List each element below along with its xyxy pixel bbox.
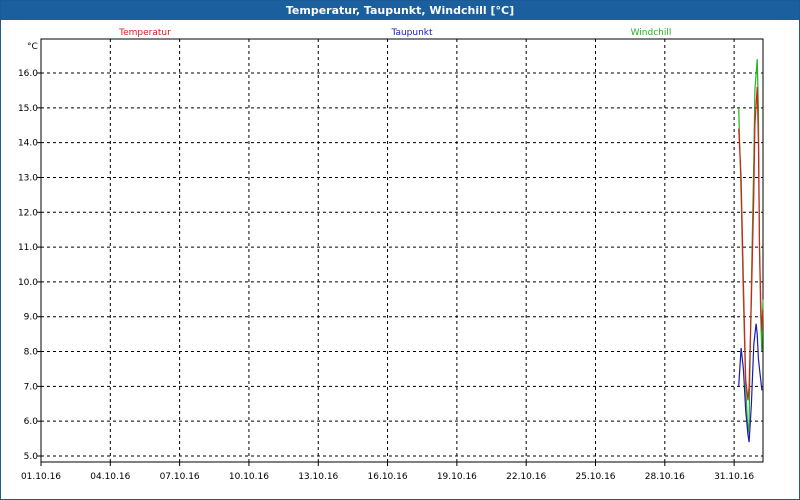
y-tick-label: 7.0 (24, 382, 39, 392)
x-tick-label: 10.10.16 (229, 472, 269, 482)
y-tick-label: 9.0 (24, 313, 39, 323)
y-tick-label: 10.0 (18, 278, 38, 288)
y-axis: 5.0 6.0 7.0 8.0 9.0 10.0 11.0 12.0 13.0 14.0 15.0 1… (18, 69, 41, 462)
chart-window: Temperatur, Taupunkt, Windchill [°C] 5.0… (0, 0, 800, 500)
y-tick-label: 8.0 (24, 348, 39, 358)
legend-item-windchill: Windchill (631, 28, 672, 38)
y-tick-label: 11.0 (18, 243, 38, 253)
y-tick-label: 15.0 (18, 104, 38, 114)
x-tick-label: 16.10.16 (368, 472, 408, 482)
legend: Temperatur Taupunkt Windchill (118, 28, 671, 38)
x-tick-label: 04.10.16 (90, 472, 130, 482)
y-tick-label: 6.0 (24, 417, 39, 427)
plot-area-border (40, 38, 764, 463)
chart-svg: 5.0 6.0 7.0 8.0 9.0 10.0 11.0 12.0 13.0 14.0 15.0 1… (18, 28, 764, 482)
y-tick-label: 5.0 (24, 452, 39, 462)
x-tick-label: 28.10.16 (645, 472, 685, 482)
legend-item-taupunkt: Taupunkt (390, 28, 433, 38)
x-tick-label: 31.10.16 (714, 472, 754, 482)
x-tick-label: 25.10.16 (575, 472, 615, 482)
x-tick-label: 19.10.16 (437, 472, 477, 482)
y-tick-label: 14.0 (18, 139, 38, 149)
y-tick-label: 16.0 (18, 69, 38, 79)
x-tick-label: 07.10.16 (160, 472, 200, 482)
y-tick-label: 13.0 (18, 173, 38, 183)
series-line-temperatur (738, 86, 764, 401)
x-tick-label: 22.10.16 (506, 472, 546, 482)
y-axis-label: °C (27, 42, 38, 52)
y-tick-label: 12.0 (18, 208, 38, 218)
legend-item-temperatur: Temperatur (118, 28, 171, 38)
series-lines (738, 59, 764, 443)
x-tick-label: 01.10.16 (21, 472, 61, 482)
x-axis: 01.10.16 04.10.16 07.10.16 10.10.16 13.10.16… (21, 462, 754, 482)
grid (41, 39, 763, 462)
x-tick-label: 13.10.16 (298, 472, 338, 482)
